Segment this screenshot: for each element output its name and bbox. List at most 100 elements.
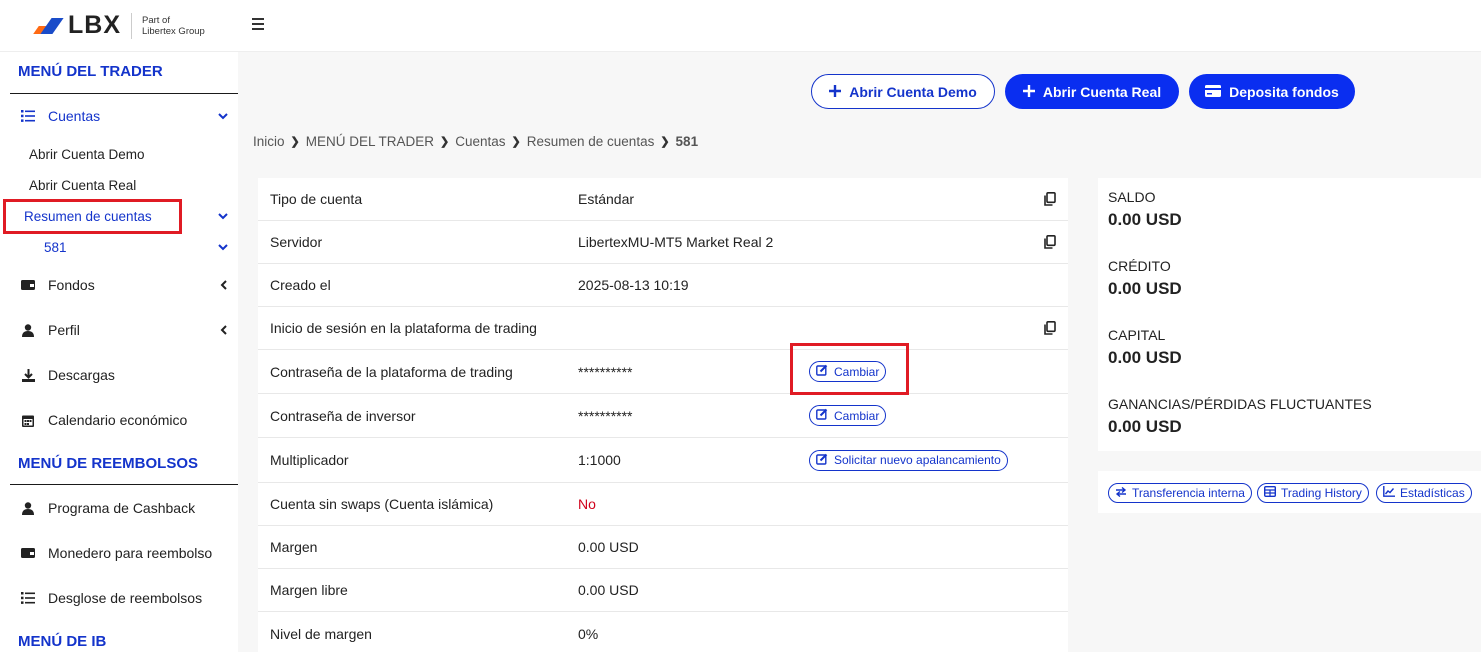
floating-pl-value: 0.00 USD xyxy=(1108,417,1182,436)
sidebar-item-label: Monedero para reembolso xyxy=(48,545,213,561)
row-label: Contraseña de la plataforma de trading xyxy=(270,363,513,380)
row-label: Multiplicador xyxy=(270,452,349,468)
sidebar-item-label: 581 xyxy=(44,239,67,255)
copy-icon[interactable] xyxy=(1044,235,1056,249)
request-leverage-button[interactable]: Solicitar nuevo apalancamiento xyxy=(809,449,1008,471)
row-value: ********** xyxy=(578,408,633,424)
breadcrumb-accounts[interactable]: Cuentas xyxy=(455,134,505,149)
sidebar-item-cashback[interactable]: Programa de Cashback xyxy=(0,496,238,520)
sidebar-item-label: Calendario económico xyxy=(48,412,188,428)
sidebar-item-label: Perfil xyxy=(48,322,80,338)
row-label: Nivel de margen xyxy=(270,625,372,642)
row-label: Contraseña de inversor xyxy=(270,407,416,424)
copy-icon[interactable] xyxy=(1044,192,1056,206)
chevron-right-icon: ❯ xyxy=(290,136,300,148)
edit-icon xyxy=(816,364,828,379)
floating-pl-label: GANANCIAS/PÉRDIDAS FLUCTUANTES xyxy=(1108,396,1372,412)
list-icon xyxy=(20,590,36,606)
account-details-table: Tipo de cuenta Estándar Servidor Liberte… xyxy=(258,178,1068,652)
user-icon xyxy=(20,500,36,516)
chart-line-icon xyxy=(1383,486,1395,500)
sidebar-sub-open-real[interactable]: Abrir Cuenta Real xyxy=(29,178,136,193)
row-value: 0% xyxy=(578,625,599,642)
balances-panel: SALDO 0.00 USD CRÉDITO 0.00 USD CAPITAL … xyxy=(1098,178,1481,451)
sidebar-item-cuentas[interactable]: Cuentas xyxy=(0,104,238,128)
chevron-right-icon: ❯ xyxy=(660,136,670,148)
wallet-icon xyxy=(20,545,36,561)
hamburger-menu-icon[interactable] xyxy=(252,18,264,30)
logo[interactable]: LBX Part of Libertex Group xyxy=(0,0,238,52)
table-row: Servidor LibertexMU-MT5 Market Real 2 xyxy=(258,221,1068,264)
edit-icon xyxy=(816,453,828,468)
table-row: Nivel de margen 0% xyxy=(258,612,1068,652)
deposit-funds-button[interactable]: Deposita fondos xyxy=(1189,74,1355,109)
open-demo-account-button[interactable]: Abrir Cuenta Demo xyxy=(811,74,995,109)
sidebar-account-581[interactable]: 581 xyxy=(0,235,238,259)
sidebar-item-label: Programa de Cashback xyxy=(48,500,196,516)
breadcrumb-trader-menu[interactable]: MENÚ DEL TRADER xyxy=(306,134,434,149)
ib-menu-heading: MENÚ DE IB xyxy=(18,633,107,650)
lbx-logo-icon xyxy=(30,17,64,34)
balance-label: SALDO xyxy=(1108,189,1156,205)
row-value: ********** xyxy=(578,364,633,380)
breadcrumb: Inicio ❯ MENÚ DEL TRADER ❯ Cuentas ❯ Res… xyxy=(253,134,698,149)
table-row: Cuenta sin swaps (Cuenta islámica) No xyxy=(258,483,1068,526)
credit-card-icon xyxy=(1205,84,1222,100)
logo-subtitle-2: Libertex Group xyxy=(142,25,205,37)
equity-value: 0.00 USD xyxy=(1108,348,1182,367)
row-value: 0.00 USD xyxy=(578,539,639,555)
chevron-down-icon xyxy=(218,111,228,121)
change-trading-password-button[interactable]: Cambiar xyxy=(809,361,887,382)
sidebar-item-monedero[interactable]: Monedero para reembolso xyxy=(0,541,238,565)
sidebar-sub-open-demo[interactable]: Abrir Cuenta Demo xyxy=(29,147,145,162)
table-row: Margen 0.00 USD xyxy=(258,526,1068,569)
table-row: Multiplicador 1:1000 Solicitar nuevo apa… xyxy=(258,438,1068,483)
logo-text: LBX xyxy=(68,11,121,39)
row-label: Margen libre xyxy=(270,582,348,598)
table-row: Margen libre 0.00 USD xyxy=(258,569,1068,612)
sidebar-item-calendario[interactable]: Calendario económico xyxy=(0,408,238,432)
sidebar-item-desglose[interactable]: Desglose de reembolsos xyxy=(0,586,238,610)
breadcrumb-current: 581 xyxy=(675,134,699,149)
row-value: 0.00 USD xyxy=(578,582,639,598)
plus-icon xyxy=(829,84,842,100)
breadcrumb-account-summary[interactable]: Resumen de cuentas xyxy=(527,134,655,149)
account-links-panel: Transferencia interna Trading History Es… xyxy=(1098,471,1481,513)
wallet-icon xyxy=(20,277,36,293)
top-bar xyxy=(238,0,1481,52)
chevron-left-icon xyxy=(218,325,228,335)
sidebar: LBX Part of Libertex Group MENÚ DEL TRAD… xyxy=(0,0,238,652)
download-icon xyxy=(20,367,36,383)
sidebar-item-perfil[interactable]: Perfil xyxy=(0,318,238,342)
statistics-button[interactable]: Estadísticas xyxy=(1376,483,1472,503)
sidebar-item-label: Descargas xyxy=(48,367,115,383)
sidebar-sub-account-summary[interactable]: Resumen de cuentas xyxy=(0,204,238,228)
copy-icon[interactable] xyxy=(1044,321,1056,335)
row-label: Creado el xyxy=(270,277,331,293)
breadcrumb-home[interactable]: Inicio xyxy=(253,134,285,149)
open-real-account-button[interactable]: Abrir Cuenta Real xyxy=(1005,74,1179,109)
trading-history-button[interactable]: Trading History xyxy=(1257,483,1369,503)
row-label: Servidor xyxy=(270,234,323,250)
edit-icon xyxy=(816,408,828,423)
logo-subtitle-1: Part of xyxy=(142,14,170,26)
table-row: Contraseña de inversor ********** Cambia… xyxy=(258,394,1068,438)
table-row: Contraseña de la plataforma de trading *… xyxy=(258,350,1068,394)
sidebar-item-descargas[interactable]: Descargas xyxy=(0,363,238,387)
chevron-down-icon xyxy=(218,211,228,221)
internal-transfer-button[interactable]: Transferencia interna xyxy=(1108,483,1252,503)
row-value: Estándar xyxy=(578,191,635,207)
sidebar-item-label: Resumen de cuentas xyxy=(24,208,152,224)
change-investor-password-button[interactable]: Cambiar xyxy=(809,405,887,426)
row-label: Tipo de cuenta xyxy=(270,191,363,207)
row-label: Cuenta sin swaps (Cuenta islámica) xyxy=(270,496,494,512)
row-label: Margen xyxy=(270,539,318,555)
row-label: Inicio de sesión en la plataforma de tra… xyxy=(270,320,537,336)
sidebar-item-label: Fondos xyxy=(48,277,95,293)
row-value: No xyxy=(578,496,596,512)
credit-label: CRÉDITO xyxy=(1108,258,1171,274)
sidebar-item-fondos[interactable]: Fondos xyxy=(0,273,238,297)
table-icon xyxy=(1263,485,1277,500)
calendar-icon xyxy=(20,412,36,428)
credit-value: 0.00 USD xyxy=(1108,279,1182,298)
